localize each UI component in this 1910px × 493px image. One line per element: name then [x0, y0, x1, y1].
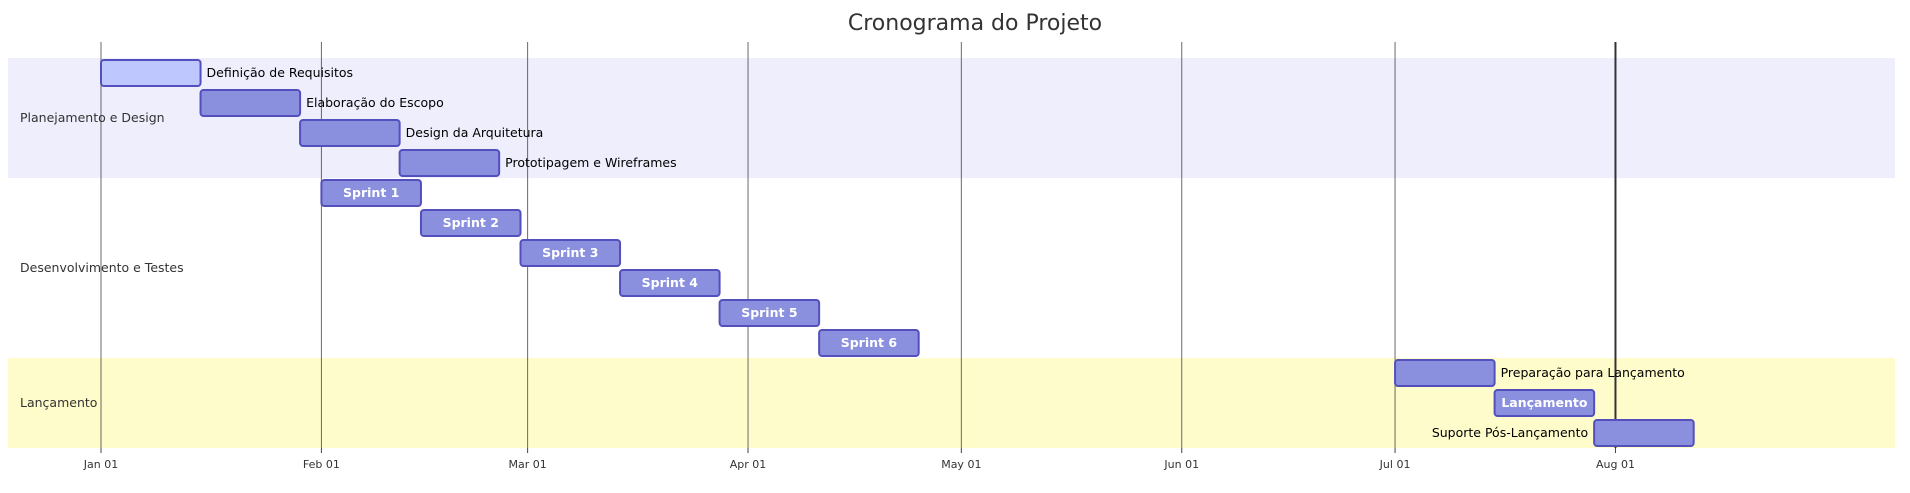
task-label: Sprint 1: [343, 185, 399, 200]
task-label: Prototipagem e Wireframes: [505, 155, 676, 170]
x-tick-label: Aug 01: [1596, 458, 1635, 471]
task-bar: [199, 89, 302, 117]
x-tick-label: Jun 01: [1163, 458, 1199, 471]
task-label: Design da Arquitetura: [406, 125, 544, 140]
chart-title: Cronograma do Projeto: [848, 11, 1102, 36]
x-tick-label: Jul 01: [1379, 458, 1411, 471]
task-bar: [398, 149, 501, 177]
section-label: Planejamento e Design: [20, 110, 165, 125]
task-label: Sprint 2: [443, 215, 499, 230]
task-label: Sprint 6: [841, 335, 898, 350]
task-bar: [1593, 419, 1695, 447]
section-label: Desenvolvimento e Testes: [20, 260, 184, 275]
task-bar: [299, 119, 401, 147]
task-label: Sprint 4: [642, 275, 699, 290]
x-tick-label: Mar 01: [508, 458, 546, 471]
task-label: Lançamento: [1501, 395, 1588, 410]
task-label: Suporte Pós-Lançamento: [1432, 425, 1588, 440]
x-tick-label: Feb 01: [303, 458, 340, 471]
task-label: Preparação para Lançamento: [1501, 365, 1685, 380]
x-tick-label: Jan 01: [83, 458, 118, 471]
x-tick-label: Apr 01: [730, 458, 767, 471]
task-bar: [1394, 359, 1496, 387]
x-tick-label: May 01: [941, 458, 981, 471]
task-label: Elaboração do Escopo: [306, 95, 444, 110]
task-label: Definição de Requisitos: [207, 65, 354, 80]
task-label: Sprint 5: [741, 305, 797, 320]
task-bar: [100, 59, 202, 87]
task-label: Sprint 3: [542, 245, 598, 260]
section-label: Lançamento: [20, 395, 97, 410]
section-band: [8, 178, 1895, 358]
gantt-chart: Cronograma do Projeto Planejamento e Des…: [8, 11, 1895, 471]
